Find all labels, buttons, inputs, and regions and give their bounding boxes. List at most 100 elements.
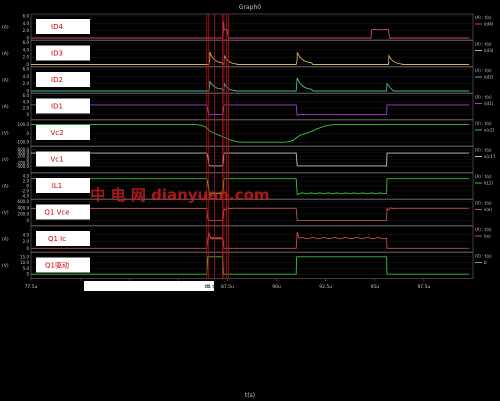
y-tick-label: 4.0 — [23, 74, 30, 79]
legend-trace-name: i(e) — [484, 234, 491, 239]
marker-label-t2: t2 — [212, 284, 217, 290]
watermark-text: 中 电 网 dianyuan.com — [90, 186, 269, 204]
legend-trace-name: i(d1) — [484, 101, 494, 106]
y-tick-label: 2.0 — [23, 179, 30, 184]
y-tick-label: 5.0 — [23, 266, 30, 271]
x-tick-label: 87.5u — [221, 284, 234, 290]
panel-5: -100.00100.0(V) Vc2(V) : t(s)v(c2) — [2, 119, 495, 147]
legend-units: (V) : t(s) — [475, 254, 492, 259]
panel-frame — [30, 13, 474, 41]
y-unit-label: (A) — [2, 25, 9, 31]
label-box-background — [36, 19, 90, 34]
y-unit-label: (V) — [2, 157, 9, 163]
x-tick-label: 97.5u — [417, 284, 430, 290]
trace-label: Vc1 — [50, 156, 63, 164]
trace-label-box: ID4 — [36, 19, 90, 34]
y-tick-label: 200.0 — [18, 212, 30, 217]
legend-units: (A) : t(s) — [475, 42, 492, 47]
panel-3: 02.04.06.0(A) ID2(A) : t(s)i(d2) — [2, 67, 494, 94]
y-tick-label: 2.0 — [23, 106, 30, 111]
y-tick-label: 4.0 — [23, 21, 30, 26]
y-tick-label: 4.0 — [23, 174, 30, 179]
y-unit-label: (V) — [2, 210, 9, 216]
panel-frame — [30, 40, 474, 67]
x-tick-label: 90u — [272, 284, 281, 290]
trace-label: ID2 — [51, 76, 63, 84]
y-tick-label: -2.0 — [21, 188, 29, 193]
x-axis-label: t(s) — [245, 392, 255, 399]
y-tick-label: 10.0 — [20, 260, 29, 265]
legend-trace-name: i(d3) — [484, 48, 494, 53]
legend-trace-name: v(c2) — [484, 128, 495, 133]
window-title: Graph0 — [239, 4, 261, 11]
panel-frame — [30, 66, 474, 94]
legend-trace-name: i(L1) — [484, 181, 493, 186]
legend-units: (V) : t(s) — [475, 121, 492, 126]
y-unit-label: (A) — [2, 237, 9, 243]
label-box-background — [36, 72, 90, 87]
legend-trace-name: i(d4) — [484, 22, 494, 27]
y-tick-label: 4.0 — [23, 47, 30, 52]
y-unit-label: (A) — [2, 184, 9, 190]
panel-1: 02.04.06.0(A) ID4(A) : t(s)i(d4) — [2, 14, 494, 41]
y-tick-label: 6.0 — [23, 40, 30, 45]
y-tick-label: 4.0 — [23, 232, 30, 237]
trace-label-box: ID3 — [36, 45, 90, 61]
legend-units: (A) : t(s) — [475, 68, 492, 73]
y-tick-label: 2.0 — [23, 28, 30, 33]
y-tick-label: 6.0 — [23, 67, 30, 72]
y-tick-label: 600.0 — [18, 199, 30, 204]
panel-frame — [30, 93, 474, 120]
x-tick-label: 95u — [370, 284, 379, 290]
trace-label-box: IL1 — [36, 178, 90, 193]
legend-trace-name: v(e) — [484, 207, 492, 212]
label-box-background — [36, 98, 90, 114]
legend-units: (A) : t(s) — [475, 227, 492, 232]
y-tick-label: 2.0 — [23, 81, 30, 86]
x-tick-label: 92.5u — [319, 284, 332, 290]
trace-label: Q1 Vce — [44, 209, 69, 217]
trace-label: ID4 — [51, 23, 63, 31]
trace-label: Vc2 — [50, 129, 63, 137]
label-box-background — [36, 178, 90, 193]
y-tick-label: 2.0 — [23, 55, 30, 60]
marker-label-bar — [84, 281, 214, 291]
legend-trace-name: v(c1') — [484, 154, 496, 159]
graph-window: Graph0 0 2.0 4.0 6.0 (A) ID4 (A) : t(s) i(d4) 0 2… — [0, 0, 500, 401]
trace-label-box: Q1驱动 — [36, 257, 90, 273]
trace-label-box: Q1 Vce — [36, 204, 90, 220]
y-tick-label: 600.0 — [18, 147, 30, 152]
legend-trace-name: i(d2) — [484, 75, 494, 80]
trace-label-box: Vc2 — [36, 125, 90, 140]
trace-label: ID1 — [51, 103, 63, 111]
panel-9: 02.04.0(A) Q1 Ic(A) : t(s)i(e) — [2, 225, 492, 253]
legend-units: (V) : t(s) — [475, 148, 492, 153]
trace-label: Q1 Ic — [48, 235, 66, 243]
legend-units: (A) : t(s) — [475, 174, 492, 179]
panel-6: -400.0-200.00200.0400.0600.0(V) Vc1(V) : … — [2, 146, 496, 173]
y-tick-label: 2.0 — [23, 239, 30, 244]
legend-units: (A) : t(s) — [475, 95, 492, 100]
trace-label-box: ID2 — [36, 72, 90, 87]
y-tick-label: 6.0 — [23, 14, 30, 19]
trace-label: Q1驱动 — [45, 261, 69, 270]
panel-2: 02.04.06.0(A) ID3(A) : t(s)i(d3) — [2, 40, 494, 67]
legend-units: (A) : t(s) — [475, 15, 492, 20]
y-tick-label: -100.0 — [16, 140, 29, 145]
trace-label-box: ID1 — [36, 98, 90, 114]
y-unit-label: (V) — [2, 131, 9, 137]
y-tick-label: 4.0 — [23, 99, 30, 104]
y-tick-label: 400.0 — [18, 205, 30, 210]
y-tick-label: 100.0 — [18, 122, 30, 127]
y-unit-label: (A) — [2, 51, 9, 57]
panel-10: 05.010.015.0(V) Q1驱动(V) : t(s)b — [2, 252, 492, 279]
trace-label: IL1 — [52, 182, 62, 190]
label-box-background — [36, 45, 90, 61]
x-tick-label: 77.5u — [25, 284, 38, 290]
y-unit-label: (A) — [2, 78, 9, 84]
panel-stack: 02.04.06.0(A) ID4(A) : t(s)i(d4)02.04.06.… — [2, 14, 496, 279]
trace-label-box: Vc1 — [36, 151, 90, 167]
y-unit-label: (V) — [2, 263, 9, 269]
legend-units: (V) : t(s) — [475, 201, 492, 206]
trace-label: ID3 — [51, 50, 63, 58]
